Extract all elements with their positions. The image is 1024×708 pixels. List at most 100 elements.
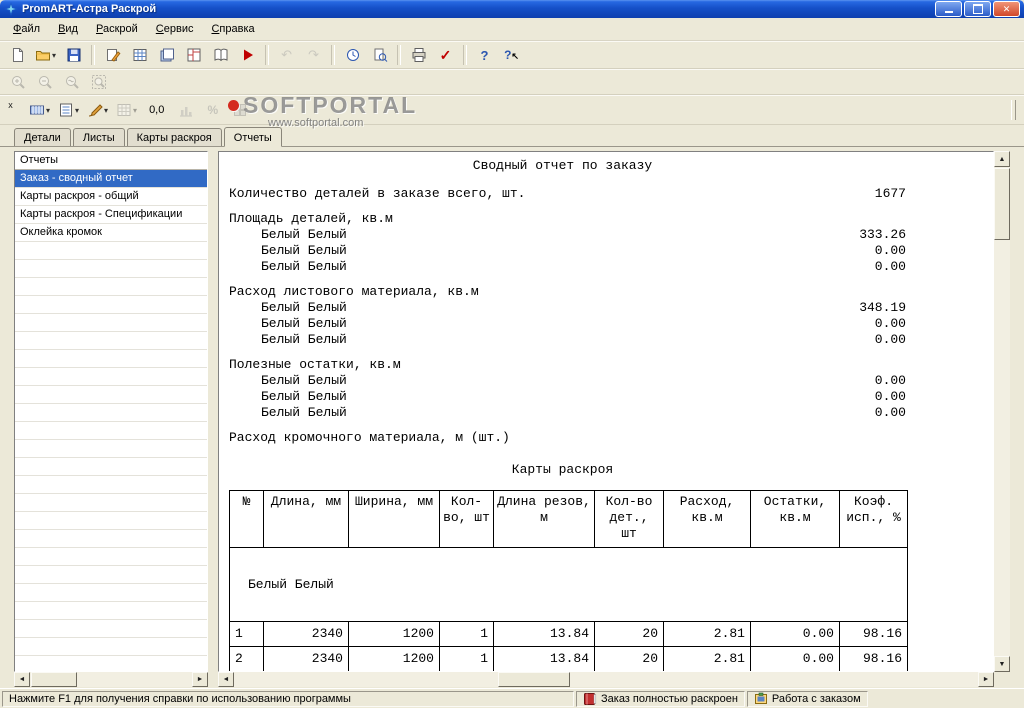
menu-item-3[interactable]: Сервис — [147, 20, 203, 38]
report-line-label: Белый Белый — [261, 389, 347, 404]
zoom-in-icon — [10, 74, 26, 90]
clock-button[interactable] — [340, 43, 365, 67]
scroll-left-icon[interactable]: ◄ — [14, 672, 30, 687]
print-preview-button[interactable] — [367, 43, 392, 67]
percent-icon: % — [207, 103, 219, 117]
details-grid-button[interactable] — [127, 43, 152, 67]
table-cell: 20 — [594, 646, 664, 671]
table-cell: 13.84 — [493, 621, 595, 647]
sheet-view-icon — [58, 102, 74, 118]
scroll-right-icon[interactable]: ► — [192, 672, 208, 687]
reports-book-button[interactable] — [208, 43, 233, 67]
table-group-label: Белый Белый — [229, 547, 908, 622]
menu-item-2[interactable]: Раскрой — [87, 20, 147, 38]
reports-list-body: Заказ - сводный отчет Карты раскроя - общ… — [15, 170, 207, 671]
scroll-up-icon[interactable]: ▲ — [994, 151, 1010, 167]
report-line-label: Полезные остатки, кв.м — [229, 357, 401, 372]
toolbar-grip[interactable] — [1011, 100, 1016, 120]
maximize-button[interactable] — [964, 1, 991, 17]
tab-3[interactable]: Отчеты — [223, 127, 282, 147]
list-row-empty — [15, 368, 207, 386]
check-order-icon: ✓ — [439, 46, 452, 63]
tab-2[interactable]: Карты раскроя — [126, 128, 222, 146]
new-document-icon — [10, 47, 26, 63]
save-button[interactable] — [61, 43, 86, 67]
status-panel-order: Заказ полностью раскроен — [576, 691, 745, 707]
check-order-button[interactable]: ✓ — [433, 43, 458, 67]
window-title: PromART-Астра Раскрой — [22, 3, 157, 15]
report-line-value: 333.26 — [859, 227, 906, 242]
list-row-empty — [15, 332, 207, 350]
list-row-empty — [15, 638, 207, 656]
report-list-item[interactable]: Оклейка кромок — [15, 224, 207, 242]
menu-bar: Файл Вид Раскрой Сервис Справка — [0, 18, 1024, 41]
close-button[interactable]: ✕ — [993, 1, 1020, 17]
scroll-left-icon[interactable]: ◄ — [218, 672, 234, 687]
sheets-stack-button[interactable] — [154, 43, 179, 67]
scroll-down-icon[interactable]: ▼ — [994, 656, 1010, 672]
list-row-empty — [15, 656, 207, 671]
print-preview-icon — [372, 47, 388, 63]
order-complete-icon — [583, 692, 597, 706]
menu-item-0[interactable]: Файл — [4, 20, 49, 38]
status-panel-mode: Работа с заказом — [746, 691, 868, 707]
undo-icon: ↶ — [281, 47, 292, 62]
help-button[interactable]: ? — [472, 43, 497, 67]
report-line: Белый Белый 348.19 — [219, 300, 906, 316]
details-grid-icon — [132, 47, 148, 63]
table-cell: 1200 — [348, 621, 440, 647]
sheet-view-button[interactable]: ▾ — [55, 98, 82, 122]
toolbar-main: ▾ ↶ ↷ ✓? ?↖ — [0, 41, 1024, 69]
new-document-button[interactable] — [5, 43, 30, 67]
save-icon — [66, 47, 82, 63]
print-button[interactable] — [406, 43, 431, 67]
scale-value: 0,0 — [149, 104, 165, 116]
open-folder-button[interactable]: ▾ — [32, 43, 59, 67]
zoom-in-button — [5, 70, 30, 94]
report-vscrollbar[interactable]: ▲ ▼ — [994, 151, 1010, 672]
table-row: 1 2340 1200 1 13.84 20 2.81 0.00 98.16 — [229, 621, 908, 647]
report-subtitle: Карты раскроя — [511, 462, 614, 477]
reports-list-header: Отчеты — [15, 152, 207, 170]
table-group-row: Белый Белый — [229, 547, 908, 622]
tab-0[interactable]: Детали — [14, 128, 71, 146]
toolbar-close-icon[interactable]: x — [4, 99, 17, 112]
list-row-empty — [15, 476, 207, 494]
table-header-cell: Ширина, мм — [348, 490, 440, 548]
scrollbar-corner — [994, 672, 1010, 687]
sidebar-hscrollbar[interactable]: ◄ ► — [14, 672, 208, 687]
run-cutting-button[interactable] — [235, 43, 260, 67]
table-cell: 0.00 — [750, 646, 840, 671]
status-filler — [870, 691, 1022, 707]
minimize-button[interactable] — [935, 1, 962, 17]
list-row-empty — [15, 458, 207, 476]
toolbar-zoom — [0, 69, 1024, 95]
report-title: Сводный отчет по заказу — [472, 158, 653, 173]
sidebar-hscroll-thumb[interactable] — [31, 672, 77, 687]
report-line: Белый Белый 0.00 — [219, 373, 906, 389]
report-line-label: Расход кромочного материала, м (шт.) — [229, 430, 510, 445]
tab-1[interactable]: Листы — [72, 128, 125, 146]
list-row-empty — [15, 386, 207, 404]
report-list-item[interactable]: Заказ - сводный отчет — [15, 170, 207, 188]
list-row-empty — [15, 278, 207, 296]
context-help-button[interactable]: ?↖ — [499, 43, 524, 67]
report-list-item[interactable]: Карты раскроя - Спецификации — [15, 206, 207, 224]
menu-item-4[interactable]: Справка — [202, 20, 263, 38]
edit-details-button[interactable] — [100, 43, 125, 67]
content-area: Отчеты Заказ - сводный отчет Карты раскро… — [0, 147, 1024, 688]
report-hscrollbar[interactable]: ◄ ► — [218, 672, 994, 687]
redo-icon: ↷ — [308, 47, 319, 62]
table-cell: 1200 — [348, 646, 440, 671]
list-row-empty — [15, 566, 207, 584]
menu-item-1[interactable]: Вид — [49, 20, 87, 38]
scroll-right-icon[interactable]: ► — [978, 672, 994, 687]
report-vscroll-thumb[interactable] — [994, 168, 1010, 240]
report-line-value: 0.00 — [874, 389, 906, 404]
report-list-item[interactable]: Карты раскроя - общий — [15, 188, 207, 206]
table-cell: 2340 — [263, 621, 349, 647]
paint-brush-button[interactable]: ▾ — [84, 98, 111, 122]
cutting-maps-button[interactable] — [181, 43, 206, 67]
film-strip-button[interactable]: ▾ — [26, 98, 53, 122]
report-hscroll-thumb[interactable] — [498, 672, 570, 687]
